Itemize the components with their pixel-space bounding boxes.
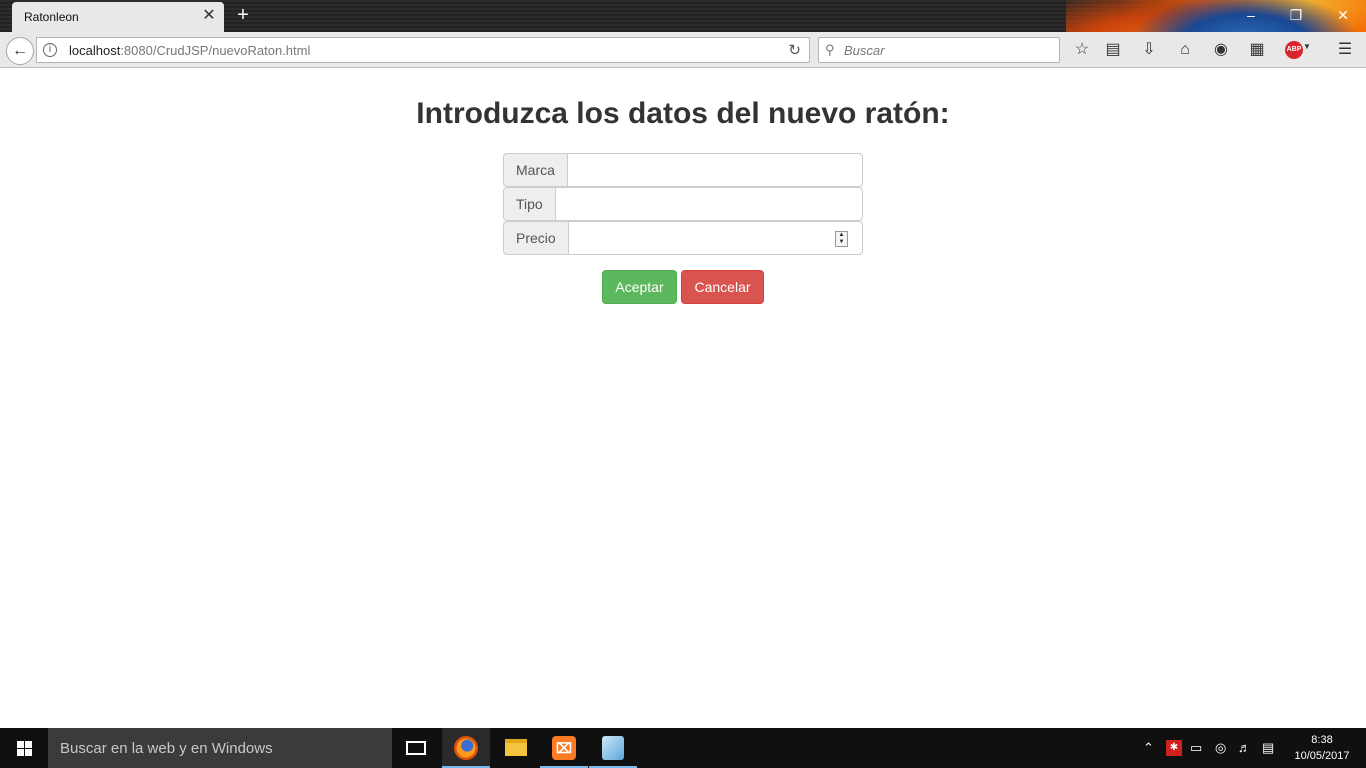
browser-search-bar[interactable]: ⚲ Buscar	[818, 37, 1060, 63]
xampp-taskbar-button[interactable]: ⌧	[540, 728, 588, 768]
folder-icon	[505, 739, 527, 756]
url-text: localhost:8080/CrudJSP/nuevoRaton.html	[69, 43, 310, 58]
taskbar-clock[interactable]: 8:38 10/05/2017	[1290, 732, 1354, 764]
pocket-icon[interactable]: ◉	[1209, 39, 1233, 61]
volume-icon[interactable]: ♬	[1238, 740, 1251, 755]
xampp-icon: ⌧	[552, 736, 576, 760]
marca-input-group: Marca	[503, 153, 863, 187]
taskbar-search[interactable]: Buscar en la web y en Windows	[48, 728, 392, 768]
search-icon: ⚲	[825, 42, 835, 57]
precio-input-group: Precio ▲ ▼	[503, 221, 863, 255]
minimize-icon[interactable]: –	[1236, 4, 1266, 26]
reload-icon[interactable]: ↻	[788, 41, 801, 59]
precio-input[interactable]: ▲ ▼	[567, 221, 863, 255]
restore-icon[interactable]: ❐	[1281, 4, 1311, 26]
home-icon[interactable]: ⌂	[1173, 39, 1197, 61]
browser-navbar: ← i localhost:8080/CrudJSP/nuevoRaton.ht…	[0, 32, 1366, 68]
info-icon[interactable]: i	[43, 43, 57, 57]
notifications-icon[interactable]: ▤	[1262, 740, 1274, 756]
window-close-icon[interactable]: ✕	[1328, 4, 1358, 26]
battery-icon[interactable]: ▭	[1190, 740, 1202, 756]
url-path: :8080/CrudJSP/nuevoRaton.html	[120, 43, 311, 58]
spinner-down-icon[interactable]: ▼	[836, 239, 847, 246]
marca-label: Marca	[503, 153, 567, 187]
browser-titlebar: Ratonleon ✕ + – ❐ ✕	[0, 0, 1366, 32]
file-explorer-taskbar-button[interactable]	[491, 728, 539, 768]
firefox-taskbar-button[interactable]	[442, 728, 490, 768]
reader-view-icon[interactable]: ▦	[1245, 39, 1269, 61]
clock-date: 10/05/2017	[1294, 750, 1350, 762]
tipo-label: Tipo	[503, 187, 555, 221]
wifi-icon[interactable]: ◎	[1215, 740, 1226, 756]
taskbar-search-placeholder: Buscar en la web y en Windows	[60, 740, 273, 757]
tipo-input-group: Tipo	[503, 187, 863, 221]
bookmarks-list-icon[interactable]: ▤	[1101, 39, 1125, 61]
tray-overflow-icon[interactable]: ⌃	[1143, 740, 1154, 756]
tab-title: Ratonleon	[24, 10, 79, 24]
spinner-up-icon[interactable]: ▲	[836, 232, 847, 239]
page-content: Introduzca los datos del nuevo ratón: Ma…	[0, 69, 1366, 728]
tab-close-icon[interactable]: ✕	[200, 7, 218, 25]
virtualbox-taskbar-button[interactable]	[589, 728, 637, 768]
downloads-icon[interactable]: ⇩	[1137, 39, 1161, 61]
acrobat-tray-icon[interactable]: ✱	[1166, 740, 1182, 756]
adblock-plus-icon[interactable]: ABP	[1285, 41, 1303, 59]
task-view-icon[interactable]	[406, 741, 426, 755]
firefox-icon	[454, 736, 478, 760]
bookmark-star-icon[interactable]: ☆	[1070, 39, 1094, 61]
url-host: localhost	[69, 43, 121, 58]
precio-spinner[interactable]: ▲ ▼	[835, 231, 848, 247]
virtualbox-icon	[602, 736, 624, 760]
new-tab-icon[interactable]: +	[233, 5, 253, 25]
page-title: Introduzca los datos del nuevo ratón:	[416, 97, 950, 130]
url-bar[interactable]: i localhost:8080/CrudJSP/nuevoRaton.html…	[36, 37, 810, 63]
firefox-theme-art	[1066, 0, 1366, 32]
menu-icon[interactable]: ☰	[1333, 39, 1357, 61]
search-placeholder: Buscar	[844, 43, 885, 58]
back-arrow-icon[interactable]: ←	[6, 37, 34, 65]
windows-taskbar: Buscar en la web y en Windows ⌧ ⌃ ✱ ▭ ◎ …	[0, 728, 1366, 768]
marca-input[interactable]	[566, 153, 863, 187]
cancel-button[interactable]: Cancelar	[681, 270, 764, 304]
tipo-input[interactable]	[554, 187, 863, 221]
windows-start-icon[interactable]	[0, 728, 48, 768]
clock-time: 8:38	[1311, 734, 1333, 746]
browser-tab[interactable]: Ratonleon ✕	[12, 2, 224, 32]
precio-label: Precio	[503, 221, 568, 255]
adblock-dropdown-icon[interactable]: ▼	[1303, 42, 1311, 51]
accept-button[interactable]: Aceptar	[602, 270, 677, 304]
